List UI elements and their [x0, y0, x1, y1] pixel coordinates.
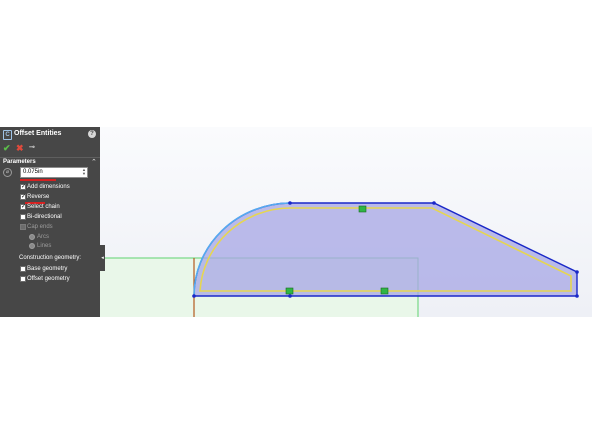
action-buttons: ✔ ✖ ⊸	[0, 142, 100, 154]
option-label: Base geometry	[27, 266, 68, 272]
option-label: Bi-directional	[27, 214, 62, 220]
option-select-chain[interactable]: ✓ Select chain	[20, 203, 98, 212]
option-offset-geometry[interactable]: Offset geometry	[20, 275, 98, 284]
question-icon[interactable]: ?	[88, 130, 96, 138]
option-label: Add dimensions	[27, 184, 70, 190]
offset-distance-input[interactable]: 0.075in	[20, 167, 88, 178]
vertex-point[interactable]	[288, 294, 292, 298]
pushpin-icon[interactable]: ⊸	[29, 142, 35, 154]
vertex-point[interactable]	[575, 270, 579, 274]
checkbox-checked[interactable]: ✓	[20, 204, 26, 210]
chevron-up-icon[interactable]: ⌃	[91, 158, 97, 166]
radio-arcs: Arcs	[20, 233, 98, 242]
radio-label: Arcs	[37, 234, 49, 240]
spinner-arrows-icon[interactable]: ▲ ▼	[82, 168, 87, 177]
option-label: Offset geometry	[27, 276, 70, 282]
checkbox-disabled	[20, 224, 26, 230]
tangent-relation-icon[interactable]	[285, 287, 294, 295]
vertex-point[interactable]	[575, 294, 579, 298]
option-label: Cap ends	[27, 224, 53, 230]
option-label: Reverse	[27, 194, 50, 200]
checkbox-checked[interactable]: ✓	[20, 194, 26, 200]
checkbox-unchecked[interactable]	[20, 276, 26, 282]
option-bi-directional[interactable]: Bi-directional	[20, 213, 98, 222]
radio-disabled	[29, 243, 35, 249]
property-manager-title: Offset Entities	[14, 130, 62, 137]
parameters-title: Parameters	[3, 159, 36, 165]
offset-distance-icon: ⌀	[3, 168, 12, 177]
offset-entities-icon: C	[3, 130, 12, 140]
horizontal-relation-icon[interactable]	[358, 205, 367, 213]
property-manager-header: C Offset Entities ?	[0, 127, 100, 141]
option-cap-ends: Cap ends	[20, 223, 98, 232]
option-reverse[interactable]: ✓ Reverse	[20, 193, 98, 202]
parameters-group-header[interactable]: Parameters ⌃	[0, 157, 100, 167]
vertex-point[interactable]	[432, 201, 436, 205]
radio-lines: Lines	[20, 242, 98, 251]
x-icon[interactable]: ✖	[16, 142, 24, 154]
construction-geometry-label: Construction geometry:	[19, 255, 82, 261]
offset-entities-property-manager: C Offset Entities ? ✔ ✖ ⊸ Parameters ⌃ ⌀…	[0, 127, 100, 317]
radio-label: Lines	[37, 243, 52, 249]
checkbox-unchecked[interactable]	[20, 266, 26, 272]
annotation-underline	[20, 179, 56, 181]
radio-disabled	[29, 234, 35, 240]
checkmark-icon[interactable]: ✔	[3, 142, 11, 154]
horizontal-relation-icon[interactable]	[380, 287, 389, 295]
checkbox-unchecked[interactable]	[20, 214, 26, 220]
checkbox-checked[interactable]: ✓	[20, 184, 26, 190]
vertex-point[interactable]	[288, 201, 292, 205]
option-add-dimensions[interactable]: ✓ Add dimensions	[20, 183, 98, 192]
option-label: Select chain	[27, 204, 60, 210]
option-base-geometry[interactable]: Base geometry	[20, 265, 98, 274]
vertex-point[interactable]	[192, 294, 196, 298]
collapse-panel-handle[interactable]: ◂	[100, 245, 105, 271]
